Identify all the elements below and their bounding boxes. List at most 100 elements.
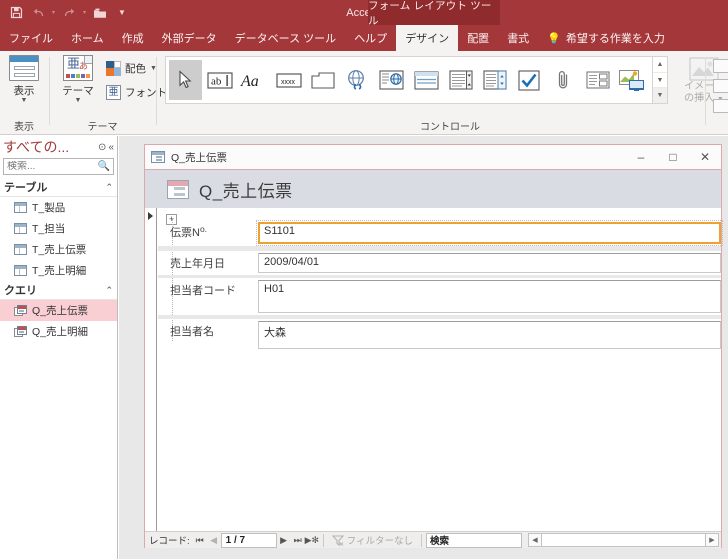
page-fold-icon bbox=[84, 56, 92, 64]
field-input-tantosha-code[interactable]: H01 bbox=[258, 280, 721, 313]
record-selector-bar[interactable] bbox=[145, 208, 157, 548]
new-record-button[interactable]: ▶✻ bbox=[305, 535, 319, 546]
search-icon[interactable]: 🔍 bbox=[98, 161, 110, 172]
scroll-right-icon[interactable]: ▶ bbox=[705, 533, 719, 547]
tab-file[interactable]: ファイル bbox=[0, 25, 62, 51]
table-icon bbox=[14, 265, 27, 276]
select-tool-icon[interactable] bbox=[169, 60, 203, 100]
navigation-menu-icon[interactable]: ⊙ bbox=[98, 142, 106, 153]
close-button[interactable]: ✕ bbox=[689, 145, 721, 169]
print-preview-icon[interactable] bbox=[90, 3, 110, 23]
divider bbox=[420, 533, 422, 547]
label-control-icon[interactable]: Aa bbox=[238, 60, 271, 100]
save-icon[interactable] bbox=[6, 3, 26, 23]
row-separator bbox=[158, 246, 721, 251]
gallery-more-icon[interactable]: ▼ bbox=[653, 87, 667, 104]
previous-record-button[interactable]: ◀ bbox=[207, 535, 221, 546]
colors-button[interactable]: 配色 ▼ bbox=[106, 57, 157, 79]
scroll-left-icon[interactable]: ◀ bbox=[527, 533, 542, 547]
chart-control-icon[interactable] bbox=[616, 60, 649, 100]
nav-item-t-uriage-meisai[interactable]: T_売上明細 bbox=[0, 260, 117, 281]
chevron-up-icon[interactable]: ⌃ bbox=[105, 285, 113, 296]
field-label-text: 伝票N bbox=[170, 227, 200, 239]
redo-dropdown-icon[interactable]: ▾ bbox=[81, 3, 88, 23]
field-label-uriage-nengappi[interactable]: 売上年月日 bbox=[158, 253, 258, 273]
form-icon bbox=[151, 151, 165, 163]
tell-me-label: 希望する作業を入力 bbox=[565, 33, 665, 45]
minimize-button[interactable]: – bbox=[625, 145, 657, 169]
field-input-uriage-nengappi[interactable]: 2009/04/01 bbox=[258, 253, 721, 273]
next-record-button[interactable]: ▶ bbox=[277, 535, 291, 546]
view-button[interactable]: 表示 ▼ bbox=[0, 55, 48, 104]
ribbon-body: 表示 ▼ 表示 亜 あ テーマ ▼ 配色 ▼ 亜 フォント テーマ ab Aa … bbox=[0, 51, 728, 135]
form-detail-section: + 伝票N o. S1101 売上年月日 2009/04/01 担当者コード H… bbox=[158, 208, 723, 548]
field-label-denpyo-no[interactable]: 伝票N o. bbox=[158, 222, 258, 244]
date-time-icon[interactable] bbox=[713, 99, 728, 113]
divider bbox=[322, 533, 324, 547]
tab-design[interactable]: デザイン bbox=[396, 25, 459, 51]
tab-external-data[interactable]: 外部データ bbox=[153, 25, 226, 51]
navigation-control-icon[interactable] bbox=[410, 60, 443, 100]
nav-item-t-uriage-denpyo[interactable]: T_売上伝票 bbox=[0, 239, 117, 260]
collapse-pane-icon[interactable]: « bbox=[108, 142, 114, 153]
document-area: Q_売上伝票 – □ ✕ Q_売上伝票 + 伝票N o. S1101 売上年月日… bbox=[119, 136, 728, 559]
svg-text:Aa: Aa bbox=[240, 73, 259, 90]
scrollbar-track[interactable] bbox=[541, 533, 705, 547]
undo-icon[interactable] bbox=[28, 3, 48, 23]
theme-button[interactable]: 亜 あ テーマ ▼ bbox=[54, 55, 102, 104]
web-browser-control-icon[interactable] bbox=[375, 60, 408, 100]
record-search-input[interactable]: 検索 bbox=[425, 532, 522, 548]
checkbox-control-icon[interactable] bbox=[513, 60, 546, 100]
undo-dropdown-icon[interactable]: ▾ bbox=[50, 3, 57, 23]
tab-control-icon[interactable] bbox=[306, 60, 339, 100]
redo-icon[interactable] bbox=[59, 3, 79, 23]
navigation-search-box[interactable]: 🔍 bbox=[3, 158, 114, 175]
field-input-tantosha-mei[interactable]: 大森 bbox=[258, 321, 721, 349]
horizontal-scrollbar[interactable]: ◀ ▶ bbox=[527, 533, 719, 547]
button-control-icon[interactable]: xxxx bbox=[272, 60, 305, 100]
first-record-button[interactable]: ⏮ bbox=[193, 535, 207, 546]
search-input[interactable] bbox=[7, 161, 98, 172]
nav-item-t-tanto[interactable]: T_担当 bbox=[0, 218, 117, 239]
form-window-title: Q_売上伝票 bbox=[171, 151, 228, 164]
field-label-tantosha-code[interactable]: 担当者コード bbox=[158, 280, 258, 313]
ribbon-group-header-footer-cut bbox=[710, 51, 728, 135]
tab-home[interactable]: ホーム bbox=[62, 25, 113, 51]
navigation-pane-title[interactable]: すべての... bbox=[3, 137, 96, 157]
form-window-title-bar: Q_売上伝票 – □ ✕ bbox=[145, 145, 721, 170]
customize-qat-icon[interactable]: ▼ bbox=[112, 3, 132, 23]
field-input-denpyo-no[interactable]: S1101 bbox=[256, 220, 723, 246]
nav-item-q-uriage-denpyo[interactable]: Q_売上伝票 bbox=[0, 300, 117, 321]
tab-help[interactable]: ヘルプ bbox=[345, 25, 396, 51]
filter-status-button[interactable]: フィルターなし bbox=[328, 533, 417, 547]
gallery-scroll-up-icon[interactable]: ▲ bbox=[653, 57, 667, 72]
attachment-control-icon[interactable] bbox=[547, 60, 580, 100]
nav-group-queries[interactable]: クエリ ⌃ bbox=[0, 281, 117, 300]
field-label-tantosha-mei[interactable]: 担当者名 bbox=[158, 321, 258, 349]
nav-item-q-uriage-meisai[interactable]: Q_売上明細 bbox=[0, 321, 117, 342]
maximize-button[interactable]: □ bbox=[657, 145, 689, 169]
list-box-control-icon[interactable] bbox=[478, 60, 511, 100]
nav-item-t-seihin[interactable]: T_製品 bbox=[0, 197, 117, 218]
hyperlink-control-icon[interactable] bbox=[341, 60, 374, 100]
logo-icon[interactable] bbox=[713, 59, 728, 73]
tab-create[interactable]: 作成 bbox=[113, 25, 153, 51]
combo-box-control-icon[interactable] bbox=[444, 60, 477, 100]
group-divider bbox=[156, 57, 157, 125]
row-separator bbox=[158, 315, 721, 319]
tab-format[interactable]: 書式 bbox=[498, 25, 538, 51]
textbox-control-icon[interactable]: ab bbox=[203, 60, 236, 100]
ribbon-group-view-label: 表示 bbox=[14, 122, 34, 133]
title-icon[interactable] bbox=[713, 79, 728, 93]
tab-arrange[interactable]: 配置 bbox=[458, 25, 498, 51]
tell-me-search[interactable]: 💡 希望する作業を入力 bbox=[538, 25, 674, 51]
controls-gallery-scrollbar[interactable]: ▲ ▼ ▼ bbox=[653, 56, 668, 104]
last-record-button[interactable]: ⏭ bbox=[291, 535, 305, 546]
gallery-scroll-down-icon[interactable]: ▼ bbox=[653, 71, 667, 88]
nav-group-tables[interactable]: テーブル ⌃ bbox=[0, 178, 117, 197]
chevron-up-icon[interactable]: ⌃ bbox=[105, 182, 113, 193]
tab-database-tools[interactable]: データベース ツール bbox=[226, 25, 346, 51]
nav-item-label: T_売上明細 bbox=[32, 265, 87, 277]
record-position-input[interactable]: 1 / 7 bbox=[220, 532, 277, 548]
option-group-control-icon[interactable] bbox=[581, 60, 614, 100]
